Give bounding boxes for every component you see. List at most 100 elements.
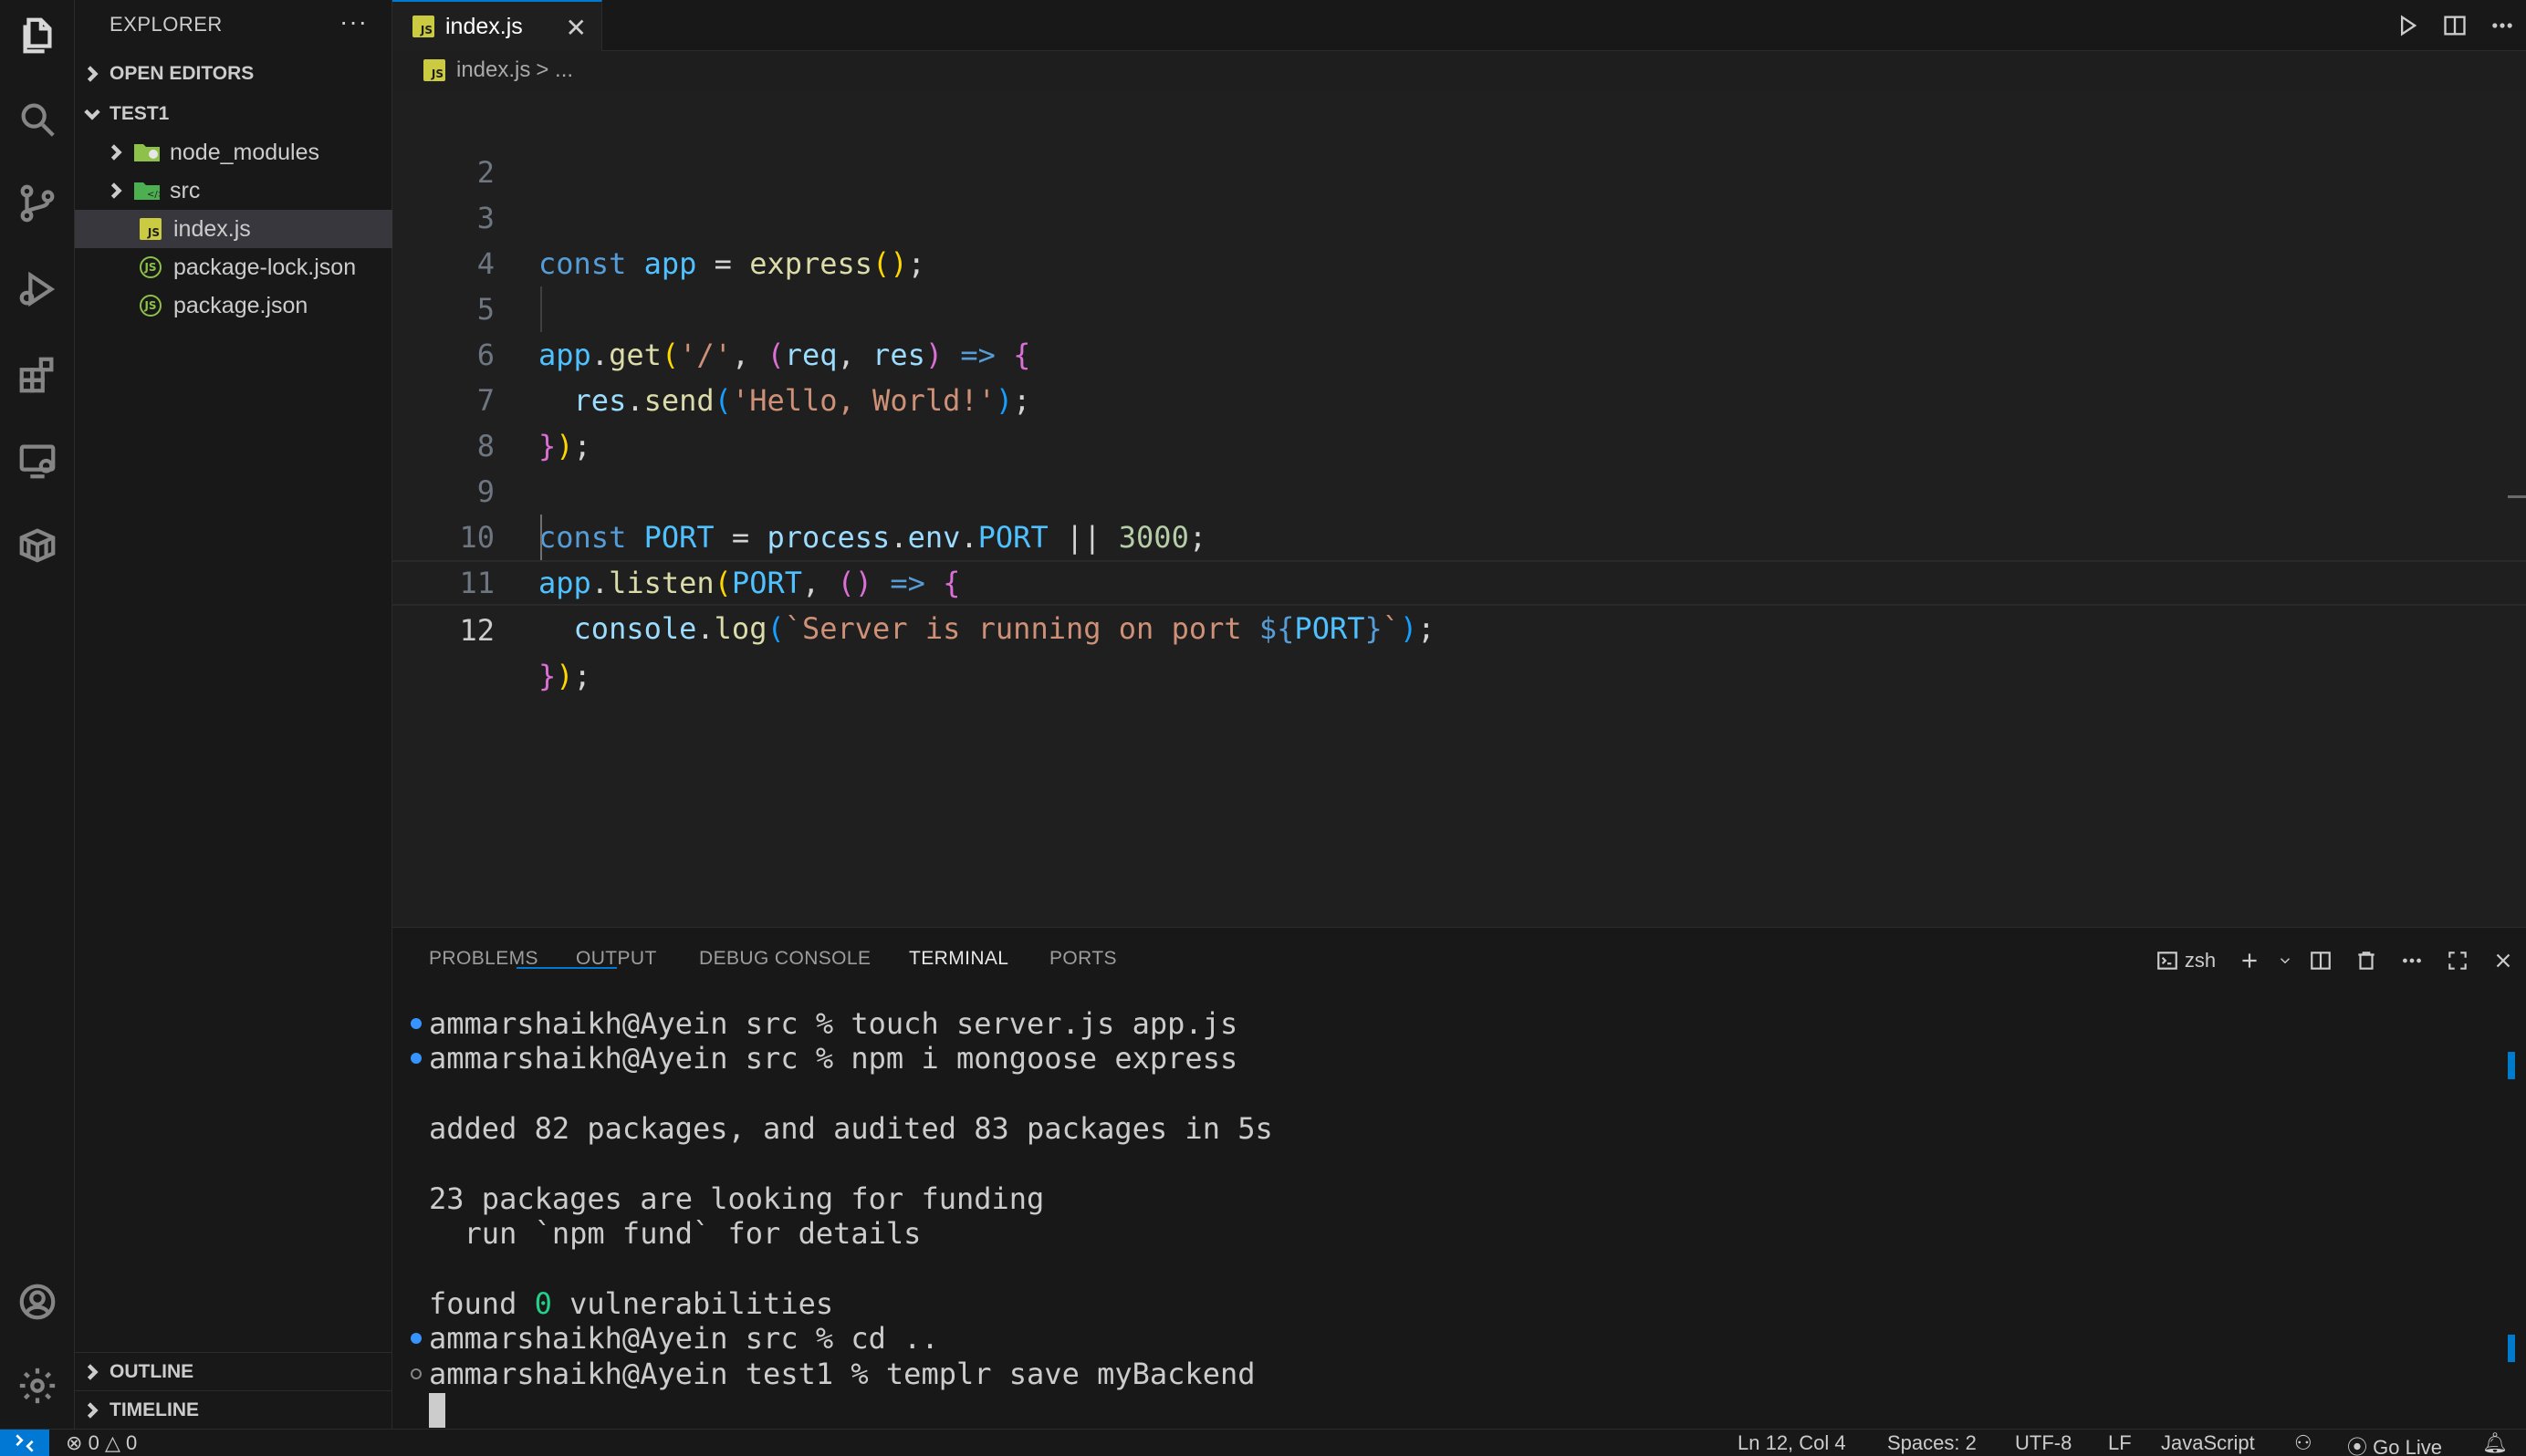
- chevron-right-icon: [75, 1363, 110, 1380]
- tab-terminal[interactable]: TERMINAL: [909, 948, 1008, 970]
- broadcast-icon: ⦿: [2347, 1436, 2368, 1456]
- workspace-section[interactable]: TEST1: [75, 95, 392, 133]
- run-icon[interactable]: [2384, 13, 2431, 38]
- sidebar-title: EXPLORER: [110, 13, 223, 36]
- trash-icon[interactable]: [2343, 949, 2389, 972]
- command-decoration[interactable]: [411, 1333, 422, 1344]
- line-number: 12: [459, 613, 495, 648]
- remote-indicator[interactable]: [0, 1430, 49, 1456]
- command-decoration[interactable]: [411, 1053, 422, 1064]
- tab-label: index.js: [445, 13, 523, 39]
- tree-item-node-modules[interactable]: node_modules: [75, 133, 392, 172]
- json-file-icon: JS: [137, 294, 164, 317]
- tree-item-package-lock[interactable]: JS package-lock.json: [75, 248, 392, 286]
- code-line-current: 12 });: [392, 560, 2526, 693]
- timeline-label: TIMELINE: [110, 1399, 199, 1420]
- settings-gear-icon[interactable]: [15, 1363, 60, 1409]
- command-decoration[interactable]: [411, 1018, 422, 1029]
- chevron-down-icon[interactable]: [2272, 952, 2298, 969]
- end-of-line[interactable]: LF: [2108, 1431, 2132, 1455]
- overview-ruler-mark: [2508, 495, 2526, 498]
- outline-label: OUTLINE: [110, 1360, 194, 1382]
- terminal-shell-selector[interactable]: zsh: [2145, 949, 2227, 972]
- run-debug-icon[interactable]: [15, 266, 60, 312]
- breadcrumb-file[interactable]: index.js: [456, 57, 530, 83]
- go-live-button[interactable]: ⦿ Go Live: [2347, 1431, 2442, 1456]
- maximize-panel-icon[interactable]: [2435, 949, 2480, 972]
- account-icon[interactable]: [15, 1279, 60, 1325]
- shell-name: zsh: [2184, 949, 2217, 972]
- command-decoration[interactable]: [411, 1368, 422, 1379]
- code-line: 11 console.log(`Server is running on por…: [392, 515, 2526, 646]
- panel-actions: zsh: [2145, 941, 2526, 981]
- tab-index-js[interactable]: JS index.js ✕: [392, 0, 602, 51]
- remote-icon: [16, 1434, 34, 1452]
- indent-guide-active: [540, 515, 542, 560]
- error-count: 0: [88, 1431, 99, 1454]
- cursor-position[interactable]: Ln 12, Col 4: [1738, 1431, 1846, 1455]
- chevron-right-icon: [99, 182, 133, 199]
- tree-item-label: package-lock.json: [173, 254, 357, 280]
- sidebar-more-button[interactable]: ···: [339, 7, 368, 36]
- timeline-section[interactable]: TIMELINE: [75, 1390, 392, 1429]
- open-editors-section[interactable]: OPEN EDITORS: [75, 55, 392, 93]
- terminal-line: found 0 vulnerabilities: [429, 1286, 834, 1321]
- more-actions-icon[interactable]: [2389, 949, 2435, 972]
- tree-item-index-js[interactable]: JS index.js: [75, 210, 392, 248]
- new-terminal-icon[interactable]: [2227, 949, 2272, 972]
- breadcrumb: JS index.js > ...: [392, 51, 2526, 89]
- remote-explorer-icon[interactable]: [15, 438, 60, 484]
- src-folder-icon: </>: [133, 179, 161, 203]
- json-file-icon: JS: [137, 255, 164, 279]
- tree-item-label: index.js: [173, 215, 251, 242]
- close-tab-icon[interactable]: ✕: [566, 13, 587, 43]
- code-line: 4: [392, 195, 2526, 281]
- javascript-file-icon: JS: [423, 59, 445, 81]
- tree-item-package-json[interactable]: JS package.json: [75, 286, 392, 325]
- workspace-label: TEST1: [110, 103, 170, 124]
- explorer-icon[interactable]: [15, 13, 60, 58]
- containers-icon[interactable]: [15, 522, 60, 567]
- tab-debug-console[interactable]: DEBUG CONSOLE: [699, 948, 871, 970]
- tree-item-label: src: [170, 177, 201, 203]
- chevron-right-icon: [99, 144, 133, 161]
- search-icon[interactable]: [15, 97, 60, 142]
- bell-icon[interactable]: 🔔︎: [2482, 1431, 2508, 1455]
- copilot-icon[interactable]: ⚇: [2294, 1431, 2312, 1455]
- encoding[interactable]: UTF-8: [2015, 1431, 2072, 1455]
- indentation[interactable]: Spaces: 2: [1887, 1431, 1977, 1455]
- javascript-file-icon: JS: [412, 16, 434, 37]
- outline-section[interactable]: OUTLINE: [75, 1352, 392, 1390]
- terminal-line: 23 packages are looking for funding: [429, 1181, 1045, 1216]
- terminal-line: ammarshaikh@Ayein test1 % templr save my…: [411, 1357, 1255, 1391]
- breadcrumb-rest[interactable]: > ...: [536, 57, 573, 83]
- more-actions-icon[interactable]: [2479, 13, 2526, 38]
- indent-guide: [540, 286, 542, 332]
- terminal-line: ammarshaikh@Ayein src % npm i mongoose e…: [411, 1041, 1237, 1076]
- open-editors-label: OPEN EDITORS: [110, 63, 255, 84]
- code-line: 7 });: [392, 332, 2526, 463]
- terminal-line: ammarshaikh@Ayein src % cd ..: [411, 1321, 939, 1356]
- active-tab-indicator: [517, 967, 617, 969]
- problems-indicator[interactable]: ⊗ 0 △ 0: [66, 1431, 137, 1455]
- split-terminal-icon[interactable]: [2298, 949, 2343, 972]
- chevron-right-icon: [75, 1401, 110, 1419]
- language-mode[interactable]: JavaScript: [2161, 1431, 2255, 1455]
- code-editor[interactable]: 2 3 const app = express(); 4 5 app.get('…: [392, 89, 2526, 927]
- scrollbar-marker: [2508, 1052, 2515, 1079]
- scrollbar-marker: [2508, 1335, 2515, 1362]
- code-line: 10 app.listen(PORT, () => {: [392, 469, 2526, 600]
- terminal-line: ammarshaikh@Ayein src % touch server.js …: [411, 1006, 1237, 1041]
- terminal-line: added 82 packages, and audited 83 packag…: [429, 1111, 1273, 1146]
- code-line: 5 app.get('/', (req, res) => {: [392, 241, 2526, 372]
- svg-text:</>: </>: [147, 190, 161, 200]
- editor-actions: [2384, 0, 2526, 51]
- close-panel-icon[interactable]: [2480, 949, 2526, 972]
- tree-item-src[interactable]: </> src: [75, 172, 392, 210]
- terminal-cursor: [429, 1393, 445, 1428]
- source-control-icon[interactable]: [15, 181, 60, 226]
- split-editor-icon[interactable]: [2431, 13, 2479, 38]
- tab-ports[interactable]: PORTS: [1049, 948, 1117, 970]
- extensions-icon[interactable]: [15, 352, 60, 398]
- bottom-panel: PROBLEMS OUTPUT DEBUG CONSOLE TERMINAL P…: [392, 927, 2526, 1429]
